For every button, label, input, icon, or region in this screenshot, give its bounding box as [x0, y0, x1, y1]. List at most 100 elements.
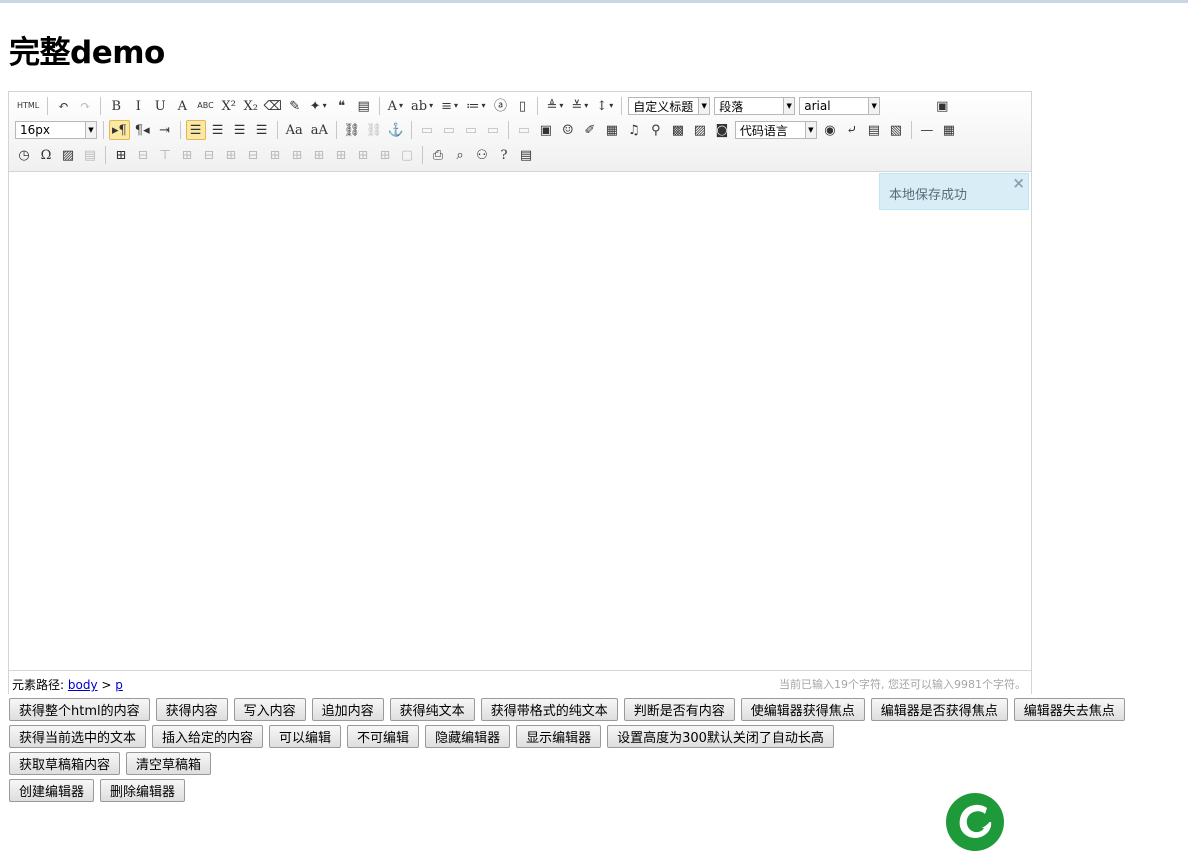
- row-spacing-bottom-icon[interactable]: ≚ ▾: [568, 96, 591, 116]
- background-icon[interactable]: ▧: [886, 120, 906, 140]
- demo-button[interactable]: 使编辑器获得焦点: [740, 698, 865, 721]
- element-path-p-link[interactable]: p: [115, 678, 123, 692]
- format-brush-icon[interactable]: ✎: [285, 96, 305, 116]
- pagebreak-icon[interactable]: ⤶: [842, 120, 862, 140]
- demo-button[interactable]: 获得当前选中的文本: [9, 725, 147, 748]
- align-right-icon[interactable]: ☰: [230, 120, 250, 140]
- to-uppercase-icon[interactable]: Aa: [283, 120, 306, 140]
- chevron-down-icon[interactable]: ▼: [698, 98, 710, 114]
- image-left-icon[interactable]: ▭: [439, 120, 459, 140]
- eraser-icon[interactable]: ⌫: [263, 96, 283, 116]
- toast-close-icon[interactable]: ×: [1012, 174, 1025, 192]
- template-icon[interactable]: ▤: [864, 120, 884, 140]
- insert-col-icon[interactable]: ⊞: [221, 145, 241, 165]
- horizontal-rule-icon[interactable]: —: [917, 120, 937, 140]
- editor-content-area[interactable]: 本地保存成功 ×: [9, 172, 1031, 669]
- time-icon[interactable]: ◷: [14, 145, 34, 165]
- image-right-icon[interactable]: ▭: [461, 120, 481, 140]
- demo-button[interactable]: 获得纯文本: [389, 698, 475, 721]
- italic-icon[interactable]: I: [128, 96, 148, 116]
- demo-button[interactable]: 写入内容: [233, 698, 306, 721]
- paste-plain-icon[interactable]: ▤: [354, 96, 374, 116]
- select-all-icon[interactable]: ⓐ: [490, 96, 510, 116]
- chevron-down-icon[interactable]: ▼: [804, 122, 816, 138]
- delete-col-icon[interactable]: ⊟: [243, 145, 263, 165]
- element-path-body-link[interactable]: body: [68, 678, 98, 692]
- demo-button[interactable]: 显示编辑器: [516, 725, 602, 748]
- align-left-icon[interactable]: ☰: [185, 120, 206, 140]
- charts-icon[interactable]: ▢: [397, 145, 417, 165]
- webapp-icon[interactable]: ◉: [820, 120, 840, 140]
- preview-icon[interactable]: ⌕: [450, 145, 470, 165]
- demo-button[interactable]: 编辑器是否获得焦点: [870, 698, 1008, 721]
- paragraph-select[interactable]: 段落 ▼: [714, 97, 796, 115]
- demo-button[interactable]: 清空草稿箱: [126, 752, 212, 775]
- indent-icon[interactable]: ⇥: [155, 120, 175, 140]
- undo-icon[interactable]: ↶: [53, 96, 73, 116]
- demo-button[interactable]: 插入给定的内容: [152, 725, 264, 748]
- direction-ltr-icon[interactable]: ▸¶: [109, 120, 130, 140]
- auto-typeset-icon[interactable]: ✦ ▾: [307, 96, 330, 116]
- font-family-select[interactable]: arial ▼: [799, 97, 881, 115]
- snap-screen-icon[interactable]: ▨: [58, 145, 78, 165]
- chevron-down-icon[interactable]: ▼: [85, 122, 96, 138]
- simple-upload-icon[interactable]: ▭: [514, 120, 534, 140]
- demo-button[interactable]: 获得内容: [155, 698, 228, 721]
- source-html-icon[interactable]: HTML: [14, 96, 42, 116]
- direction-rtl-icon[interactable]: ¶◂: [132, 120, 153, 140]
- demo-button[interactable]: 编辑器失去焦点: [1013, 698, 1125, 721]
- map-icon[interactable]: ▩: [668, 120, 688, 140]
- insert-video-icon[interactable]: ▦: [602, 120, 622, 140]
- image-center-icon[interactable]: ▭: [483, 120, 503, 140]
- demo-button[interactable]: 获取草稿箱内容: [9, 752, 121, 775]
- subscript-icon[interactable]: X₂: [241, 96, 261, 116]
- background-color-icon[interactable]: ab ▾: [408, 96, 436, 116]
- print-icon[interactable]: ⎙: [428, 145, 448, 165]
- word-image-icon[interactable]: ▤: [80, 145, 100, 165]
- split-to-rows-icon[interactable]: ⊞: [353, 145, 373, 165]
- row-spacing-top-icon[interactable]: ≜ ▾: [543, 96, 566, 116]
- demo-button[interactable]: 删除编辑器: [100, 779, 186, 802]
- underline-icon[interactable]: U: [150, 96, 170, 116]
- help-icon[interactable]: ?: [494, 145, 514, 165]
- redo-icon[interactable]: ↷: [75, 96, 95, 116]
- demo-button[interactable]: 可以编辑: [269, 725, 342, 748]
- demo-button[interactable]: 隐藏编辑器: [425, 725, 511, 748]
- to-lowercase-icon[interactable]: aA: [308, 120, 331, 140]
- font-size-select[interactable]: 16px ▼: [15, 121, 97, 139]
- drafts-icon[interactable]: ▤: [516, 145, 536, 165]
- blockquote-icon[interactable]: ❝: [332, 96, 352, 116]
- scrawl-icon[interactable]: ✐: [580, 120, 600, 140]
- demo-button[interactable]: 判断是否有内容: [623, 698, 735, 721]
- font-border-icon[interactable]: A: [172, 96, 192, 116]
- music-icon[interactable]: ♫: [624, 120, 644, 140]
- gmap-icon[interactable]: ▨: [690, 120, 710, 140]
- insert-row-icon[interactable]: ⊞: [177, 145, 197, 165]
- split-to-cells-icon[interactable]: ⊞: [331, 145, 351, 165]
- attachment-icon[interactable]: ⚲: [646, 120, 666, 140]
- demo-button[interactable]: 追加内容: [311, 698, 384, 721]
- insert-paragraph-before-table-icon[interactable]: ⊤: [155, 145, 175, 165]
- link-icon[interactable]: ⛓: [342, 120, 362, 140]
- delete-table-icon[interactable]: ⊟: [133, 145, 153, 165]
- merge-cells-icon[interactable]: ⊞: [265, 145, 285, 165]
- insert-table-icon[interactable]: ⊞: [111, 145, 131, 165]
- demo-button[interactable]: 创建编辑器: [9, 779, 95, 802]
- align-justify-icon[interactable]: ☰: [252, 120, 272, 140]
- line-height-icon[interactable]: ↕ ▾: [593, 96, 616, 116]
- demo-button[interactable]: 获得整个html的内容: [9, 698, 150, 721]
- date-icon[interactable]: ▦: [939, 120, 959, 140]
- superscript-icon[interactable]: X²: [219, 96, 239, 116]
- demo-button[interactable]: 设置高度为300默认关闭了自动长高: [607, 725, 834, 748]
- demo-button[interactable]: 获得带格式的纯文本: [480, 698, 618, 721]
- demo-button[interactable]: 不可编辑: [347, 725, 420, 748]
- unordered-list-icon[interactable]: ≔ ▾: [463, 96, 488, 116]
- bold-icon[interactable]: B: [106, 96, 126, 116]
- special-chars-icon[interactable]: Ω: [36, 145, 56, 165]
- chevron-down-icon[interactable]: ▼: [783, 98, 795, 114]
- insert-frame-icon[interactable]: ◙: [712, 120, 732, 140]
- code-language-select[interactable]: 代码语言 ▼: [734, 121, 817, 139]
- font-color-icon[interactable]: A ▾: [385, 96, 406, 116]
- unlink-icon[interactable]: ⛓: [364, 120, 384, 140]
- search-replace-icon[interactable]: ⚇: [472, 145, 492, 165]
